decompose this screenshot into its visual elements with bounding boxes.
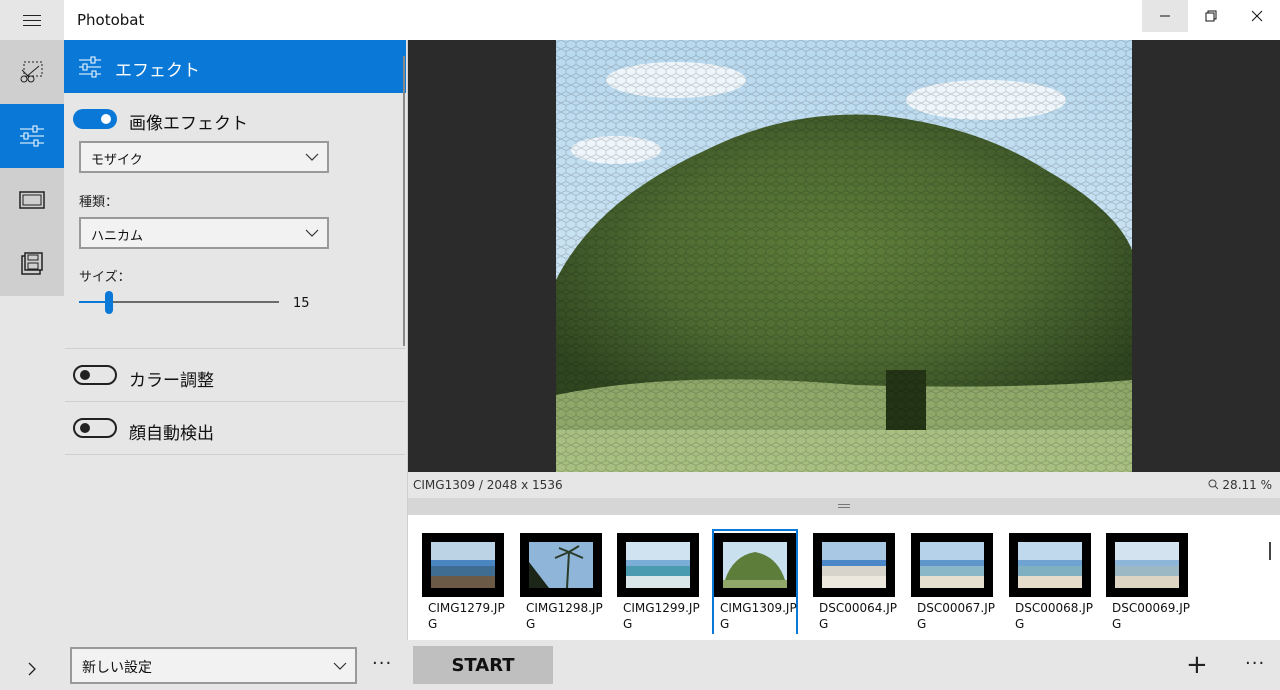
thumb-photo <box>431 542 495 588</box>
sliders-icon <box>20 125 44 147</box>
thumb-photo <box>723 542 787 588</box>
filmstrip-thumb[interactable]: CIMG1309.JP G <box>712 529 798 634</box>
panel-splitter[interactable] <box>408 498 1280 515</box>
divider <box>65 348 405 349</box>
app-title: Photobat <box>77 11 145 29</box>
thumb-filename: CIMG1298.JP G <box>526 601 603 631</box>
frame-icon <box>19 191 45 209</box>
color-adjust-label: カラー調整 <box>129 371 214 391</box>
thumb-image <box>1009 533 1091 597</box>
preset-select[interactable]: 新しい設定 <box>70 647 357 684</box>
add-button[interactable]: + <box>1186 650 1209 680</box>
thumb-filename: DSC00064.JP G <box>819 601 897 631</box>
hamburger-icon-line <box>23 25 41 26</box>
grip-icon-line <box>838 507 850 508</box>
color-adjust-toggle[interactable] <box>73 365 117 385</box>
filmstrip-thumb[interactable]: DSC00068.JP G <box>1009 530 1093 634</box>
more-button[interactable]: ··· <box>1245 653 1265 674</box>
preset-more-button[interactable]: ··· <box>372 653 392 674</box>
divider <box>65 401 405 402</box>
sliders-icon <box>79 56 101 78</box>
effect-select-value: モザイク <box>91 153 143 168</box>
size-label: サイズ： <box>79 270 131 285</box>
hamburger-icon-line <box>23 20 41 21</box>
divider <box>65 454 405 455</box>
chevron-right-icon <box>28 662 36 676</box>
thumb-photo <box>529 542 593 588</box>
hamburger-menu-button[interactable] <box>0 0 64 40</box>
type-select-value: ハニカム <box>91 229 144 244</box>
expand-rail-button[interactable] <box>0 648 64 690</box>
image-info-bar: CIMG1309 / 2048 x 1536 28.11 % <box>408 472 1280 498</box>
thumb-photo <box>920 542 984 588</box>
thumb-image <box>813 533 895 597</box>
image-effect-label: 画像エフェクト <box>129 114 248 134</box>
thumb-filename: CIMG1279.JP G <box>428 601 505 631</box>
thumb-filename: DSC00069.JP G <box>1112 601 1190 631</box>
minimize-icon <box>1160 15 1170 17</box>
zoom-readout: 28.11 % <box>1208 478 1272 492</box>
thumb-filename: DSC00067.JP G <box>917 601 995 631</box>
effect-select[interactable]: モザイク <box>79 141 329 173</box>
close-icon <box>1251 10 1263 22</box>
mosaic-tree-image <box>556 40 1132 472</box>
app-window: Photobat エフェクト 画像エフェクト モザイク 種類： ハニカム サイズ… <box>0 0 1280 690</box>
thumb-image <box>1106 533 1188 597</box>
zoom-value: 28.11 % <box>1222 478 1272 492</box>
chevron-down-icon <box>333 662 347 670</box>
thumb-image <box>422 533 504 597</box>
size-slider-thumb[interactable] <box>105 291 113 314</box>
crop-icon <box>20 61 43 83</box>
thumb-filename: CIMG1309.JP G <box>720 601 797 631</box>
thumb-photo <box>626 542 690 588</box>
filmstrip-thumb[interactable]: DSC00064.JP G <box>813 530 897 634</box>
start-button[interactable]: START <box>413 646 553 684</box>
panel-scrollbar[interactable] <box>403 56 405 346</box>
close-button[interactable] <box>1234 0 1280 32</box>
rail-item-frame[interactable] <box>0 168 64 232</box>
preset-select-value: 新しい設定 <box>82 660 152 676</box>
filmstrip-thumb[interactable]: CIMG1298.JP G <box>520 530 604 634</box>
restore-button[interactable] <box>1188 0 1234 32</box>
preview-photo <box>556 40 1132 472</box>
face-detect-label: 顔自動検出 <box>129 424 214 444</box>
thumb-filename: DSC00068.JP G <box>1015 601 1093 631</box>
chevron-down-icon <box>305 229 319 237</box>
thumb-photo <box>1018 542 1082 588</box>
filmstrip-thumb[interactable]: DSC00069.JP G <box>1106 530 1190 634</box>
panel-title: エフェクト <box>115 61 200 81</box>
thumb-photo <box>1115 542 1179 588</box>
rail-item-effects[interactable] <box>0 104 64 168</box>
nav-rail <box>0 40 64 690</box>
grip-icon <box>838 504 850 505</box>
face-detect-toggle[interactable] <box>73 418 117 438</box>
zoom-icon <box>1208 479 1218 490</box>
filmstrip: CIMG1279.JP G CIMG1298.JP G CIMG1299.JP G CIMG… <box>408 515 1280 640</box>
minimize-button[interactable] <box>1142 0 1188 32</box>
thumb-image <box>714 533 796 597</box>
rail-item-crop[interactable] <box>0 40 64 104</box>
size-value: 15 <box>293 296 310 311</box>
type-select[interactable]: ハニカム <box>79 217 329 249</box>
panel-header: エフェクト <box>64 40 406 93</box>
filmstrip-thumb[interactable]: DSC00067.JP G <box>911 530 995 634</box>
title-bar: Photobat <box>0 0 1280 40</box>
thumb-image <box>520 533 602 597</box>
restore-icon <box>1205 10 1217 22</box>
filmstrip-scrollbar[interactable] <box>1269 542 1271 560</box>
thumb-photo <box>822 542 886 588</box>
save-icon <box>21 252 43 275</box>
image-preview[interactable] <box>408 40 1280 472</box>
filmstrip-thumb[interactable]: CIMG1299.JP G <box>617 530 701 634</box>
thumb-image <box>617 533 699 597</box>
hamburger-icon <box>23 15 41 16</box>
type-label: 種類： <box>79 195 119 210</box>
thumb-filename: CIMG1299.JP G <box>623 601 700 631</box>
image-info: CIMG1309 / 2048 x 1536 <box>413 478 563 492</box>
rail-item-save[interactable] <box>0 232 64 296</box>
image-effect-toggle[interactable] <box>73 109 117 129</box>
chevron-down-icon <box>305 153 319 161</box>
thumb-image <box>911 533 993 597</box>
filmstrip-thumb[interactable]: CIMG1279.JP G <box>422 530 506 634</box>
